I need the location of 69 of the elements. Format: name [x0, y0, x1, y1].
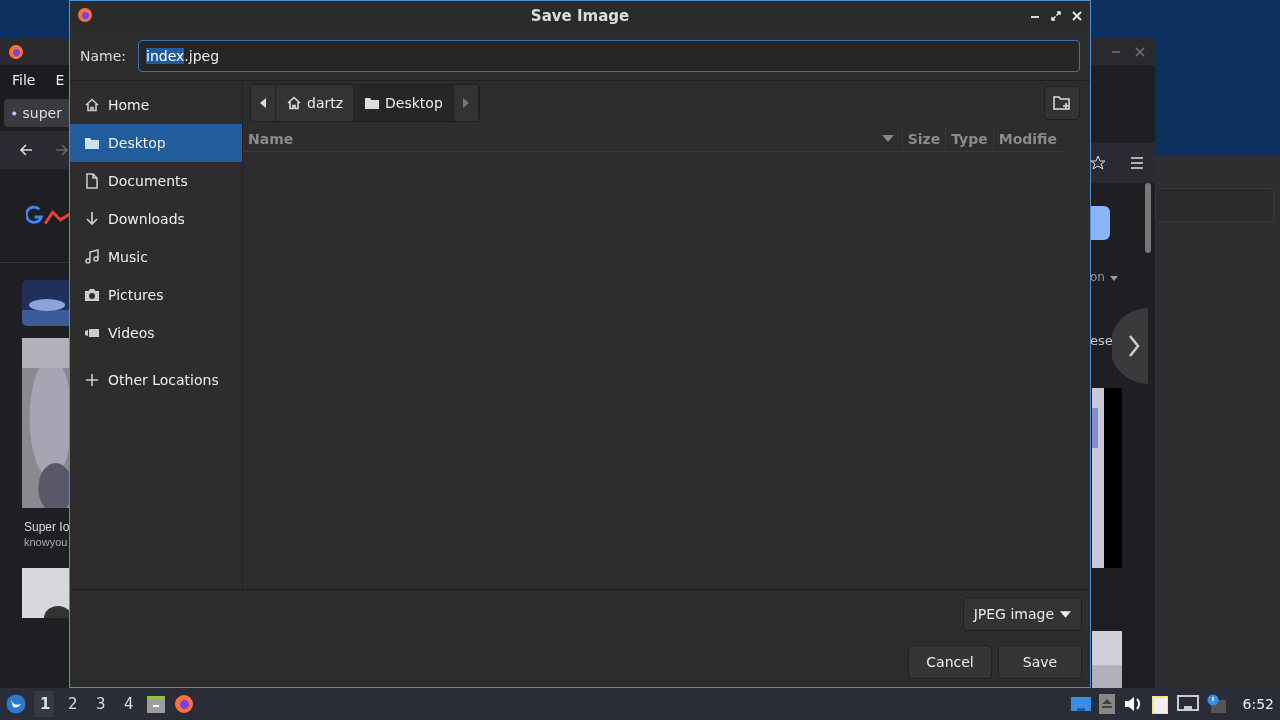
file-type-dropdown[interactable]: JPEG image — [962, 597, 1082, 631]
home-icon — [84, 97, 100, 114]
plus-icon — [84, 372, 100, 389]
next-arrow-icon[interactable] — [1112, 308, 1148, 384]
home-icon — [286, 95, 302, 112]
start-menu-icon[interactable] — [6, 694, 26, 714]
browser-logo-icon — [8, 43, 24, 60]
column-header[interactable]: Size — [901, 127, 946, 152]
star-icon[interactable] — [1090, 155, 1106, 171]
notification-icon[interactable] — [1206, 694, 1227, 714]
caret-left-icon — [259, 98, 267, 109]
caret-right-icon — [461, 98, 470, 109]
clock: 6:52 — [1242, 696, 1274, 712]
menu-item[interactable]: E — [55, 72, 65, 88]
name-label: Name: — [80, 47, 127, 64]
workspace-button[interactable]: 3 — [90, 691, 110, 717]
file-cabinet-icon[interactable] — [146, 694, 166, 714]
network-icon[interactable] — [1176, 695, 1199, 713]
new-folder-icon — [1053, 95, 1071, 112]
maximize-icon[interactable] — [1051, 11, 1061, 21]
sidebar-item[interactable]: Videos — [70, 314, 242, 353]
scroll-left-button[interactable] — [251, 85, 276, 122]
camera-icon — [84, 287, 100, 304]
tab-title: super — [22, 105, 62, 121]
scrollbar-thumb[interactable] — [1145, 183, 1151, 253]
channel-name: knowyou — [24, 536, 68, 548]
music-icon — [84, 249, 100, 266]
video-title[interactable]: Super Io — [24, 520, 70, 534]
document-icon — [84, 173, 100, 190]
sidebar-item[interactable]: Other Locations — [70, 361, 242, 400]
path-button[interactable]: Desktop — [354, 85, 454, 122]
menu-icon[interactable] — [1129, 155, 1145, 171]
workspace-button[interactable]: 4 — [118, 691, 138, 717]
clipboard-icon[interactable] — [1150, 694, 1169, 714]
sidebar-item[interactable]: Documents — [70, 162, 242, 201]
window-title: Save Image — [530, 6, 630, 25]
eject-icon[interactable] — [1098, 694, 1115, 714]
button-edge[interactable] — [1090, 206, 1110, 240]
download-icon — [84, 211, 100, 228]
new-folder-button[interactable] — [1044, 86, 1080, 121]
display-icon[interactable] — [1070, 696, 1091, 712]
sort-down-icon — [881, 135, 894, 144]
browser-tab[interactable]: super — [4, 99, 70, 127]
sidebar-item[interactable]: Desktop — [70, 124, 242, 163]
sidebar-item[interactable]: Pictures — [70, 276, 242, 315]
chip-label[interactable]: ese — [1090, 333, 1113, 348]
input-field[interactable] — [1155, 188, 1274, 222]
dropdown-label[interactable]: on — [1090, 270, 1105, 284]
sidebar-item[interactable]: Home — [70, 86, 242, 125]
folder-icon — [364, 95, 381, 112]
back-arrow-icon[interactable] — [18, 142, 34, 158]
file-name-field[interactable]: index.jpeg — [138, 39, 1080, 72]
workspace-button[interactable]: 2 — [62, 691, 82, 717]
forward-arrow-icon[interactable] — [54, 142, 70, 158]
column-header[interactable]: Modifie — [992, 127, 1062, 152]
folder-icon — [84, 135, 100, 152]
sidebar-item[interactable]: Music — [70, 238, 242, 277]
caret-down-icon — [1060, 610, 1071, 618]
caret-down-icon[interactable] — [1110, 276, 1118, 281]
volume-icon[interactable] — [1122, 695, 1143, 713]
column-header[interactable]: Type — [945, 127, 993, 152]
browser-logo-icon — [77, 7, 93, 23]
sidebar-item[interactable]: Downloads — [70, 200, 242, 239]
workspace-button[interactable]: 1 — [34, 691, 54, 717]
menu-item[interactable]: File — [12, 72, 36, 88]
cancel-button[interactable]: Cancel — [908, 645, 992, 679]
browser-logo-icon[interactable] — [174, 694, 194, 714]
save-button[interactable]: Save — [998, 645, 1082, 679]
column-header[interactable]: Name — [243, 127, 902, 152]
